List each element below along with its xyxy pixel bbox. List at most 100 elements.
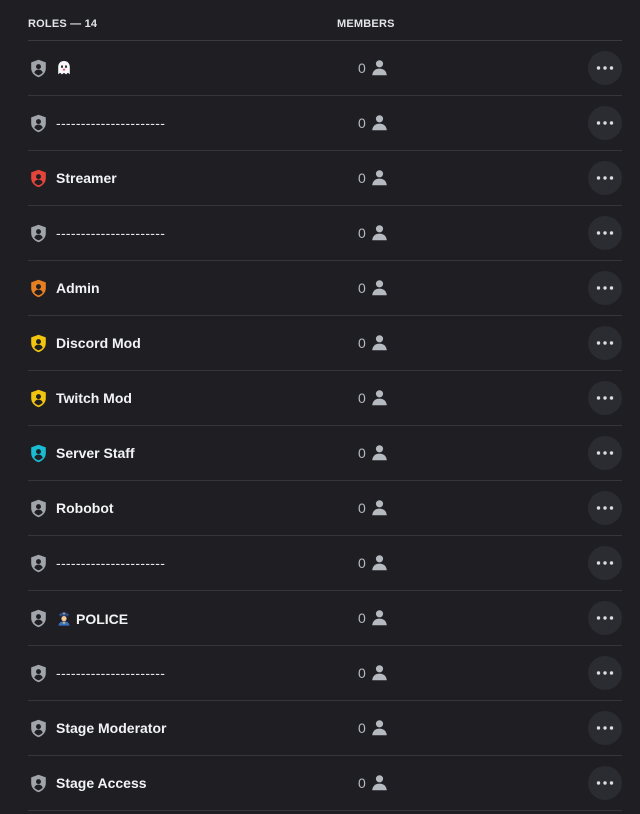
more-options-icon (596, 506, 614, 510)
more-options-button[interactable] (588, 216, 622, 250)
more-options-icon (596, 781, 614, 785)
more-options-icon (596, 396, 614, 400)
roles-list-header: ROLES — 14 MEMBERS (28, 0, 622, 41)
member-count: 0 (358, 335, 366, 351)
more-options-icon (596, 231, 614, 235)
roles-panel: ROLES — 14 MEMBERS 0 -------------------… (0, 0, 640, 814)
role-name: POLICE (56, 610, 128, 628)
role-row[interactable]: POLICE 0 (28, 591, 622, 646)
person-icon[interactable] (371, 389, 388, 406)
role-name: Streamer (56, 170, 117, 187)
person-icon[interactable] (371, 279, 388, 296)
more-options-button[interactable] (588, 436, 622, 470)
person-icon[interactable] (371, 169, 388, 186)
shield-icon (30, 499, 47, 518)
more-options-button[interactable] (588, 326, 622, 360)
role-row[interactable]: Robobot 0 (28, 481, 622, 536)
person-icon[interactable] (371, 114, 388, 131)
role-row[interactable]: 0 (28, 41, 622, 96)
person-icon[interactable] (371, 609, 388, 626)
person-icon[interactable] (371, 554, 388, 571)
shield-icon (30, 334, 47, 353)
member-count: 0 (358, 720, 366, 736)
more-options-button[interactable] (588, 51, 622, 85)
shield-icon (30, 114, 47, 133)
role-row[interactable]: ---------------------- 0 (28, 646, 622, 701)
role-name-label: ---------------------- (56, 555, 166, 571)
role-row[interactable]: ---------------------- 0 (28, 206, 622, 261)
more-options-icon (596, 66, 614, 70)
ghost-emoji-icon (58, 61, 70, 75)
roles-count-heading: ROLES — 14 (28, 18, 98, 30)
role-name-label: Streamer (56, 170, 117, 186)
role-row[interactable]: ---------------------- 0 (28, 96, 622, 151)
more-options-button[interactable] (588, 601, 622, 635)
person-icon[interactable] (371, 774, 388, 791)
shield-icon (30, 169, 47, 188)
person-icon[interactable] (371, 664, 388, 681)
person-icon[interactable] (371, 444, 388, 461)
more-options-button[interactable] (588, 106, 622, 140)
person-icon[interactable] (371, 719, 388, 736)
role-name-label: Stage Access (56, 775, 147, 791)
more-options-button[interactable] (588, 491, 622, 525)
more-options-button[interactable] (588, 546, 622, 580)
member-count: 0 (358, 225, 366, 241)
role-name-label: ---------------------- (56, 665, 166, 681)
shield-icon (30, 224, 47, 243)
more-options-button[interactable] (588, 271, 622, 305)
more-options-icon (596, 286, 614, 290)
role-row[interactable]: Twitch Mod 0 (28, 371, 622, 426)
more-options-button[interactable] (588, 711, 622, 745)
member-count: 0 (358, 775, 366, 791)
role-name: Stage Moderator (56, 720, 166, 737)
role-row[interactable]: Discord Mod 0 (28, 316, 622, 371)
role-name: ---------------------- (56, 555, 165, 572)
role-name: ---------------------- (56, 665, 165, 682)
more-options-button[interactable] (588, 766, 622, 800)
shield-icon (30, 554, 47, 573)
more-options-icon (596, 121, 614, 125)
role-name-label: Stage Moderator (56, 720, 167, 736)
role-row[interactable]: Stage Moderator 0 (28, 701, 622, 756)
members-column-heading: MEMBERS (337, 18, 395, 30)
role-name-label: Server Staff (56, 445, 135, 461)
role-row[interactable]: Admin 0 (28, 261, 622, 316)
shield-icon (30, 59, 47, 78)
role-name: Server Staff (56, 445, 135, 462)
more-options-button[interactable] (588, 161, 622, 195)
person-icon[interactable] (371, 224, 388, 241)
member-count: 0 (358, 115, 366, 131)
role-name: ---------------------- (56, 225, 165, 242)
more-options-icon (596, 726, 614, 730)
member-count: 0 (358, 555, 366, 571)
role-row[interactable]: ---------------------- 0 (28, 536, 622, 591)
shield-icon (30, 279, 47, 298)
more-options-icon (596, 616, 614, 620)
role-name: Admin (56, 280, 100, 297)
role-name-label: Admin (56, 280, 100, 296)
member-count: 0 (358, 445, 366, 461)
shield-icon (30, 389, 47, 408)
role-name-label: ---------------------- (56, 225, 166, 241)
person-icon[interactable] (371, 499, 388, 516)
more-options-button[interactable] (588, 381, 622, 415)
more-options-icon (596, 671, 614, 675)
role-row[interactable]: Stage Access 0 (28, 756, 622, 811)
police-officer-emoji-icon (58, 611, 70, 626)
role-name-label: POLICE (76, 611, 129, 627)
shield-icon (30, 774, 47, 793)
role-name (56, 60, 76, 78)
role-name: Stage Access (56, 775, 147, 792)
member-count: 0 (358, 610, 366, 626)
member-count: 0 (358, 280, 366, 296)
shield-icon (30, 444, 47, 463)
person-icon[interactable] (371, 59, 388, 76)
person-icon[interactable] (371, 334, 388, 351)
role-row[interactable]: Streamer 0 (28, 151, 622, 206)
member-count: 0 (358, 665, 366, 681)
role-name-label: Discord Mod (56, 335, 141, 351)
more-options-button[interactable] (588, 656, 622, 690)
shield-icon (30, 664, 47, 683)
role-row[interactable]: Server Staff 0 (28, 426, 622, 481)
